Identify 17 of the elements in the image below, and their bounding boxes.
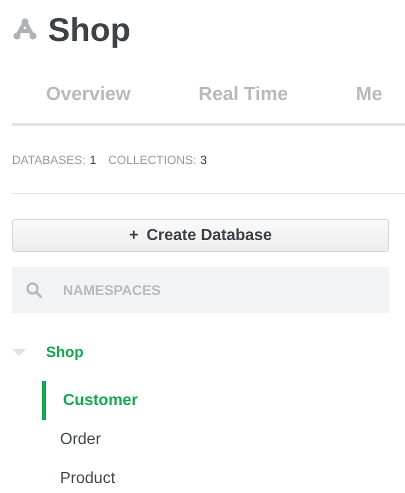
stat-label: DATABASES: — [12, 152, 86, 168]
create-database-button[interactable]: + Create Database — [12, 219, 389, 252]
database-item[interactable]: Shop — [46, 342, 84, 364]
tab[interactable]: Real Time — [164, 80, 322, 123]
stat-value: 3 — [200, 152, 207, 168]
caret-icon[interactable] — [12, 349, 26, 357]
stat-label: COLLECTIONS: — [108, 152, 196, 168]
search-field[interactable]: NAMESPACES — [12, 267, 389, 313]
collection-item[interactable]: Customer — [42, 381, 138, 420]
collection-item[interactable]: Order — [42, 420, 101, 459]
tab[interactable]: Me — [322, 80, 405, 123]
stat-value: 1 — [90, 152, 96, 168]
page-title: Shop — [48, 12, 130, 46]
search-icon — [26, 282, 42, 298]
tab[interactable]: Overview — [12, 80, 164, 123]
cluster-icon — [12, 18, 38, 40]
collection-item[interactable]: Product — [42, 459, 116, 493]
